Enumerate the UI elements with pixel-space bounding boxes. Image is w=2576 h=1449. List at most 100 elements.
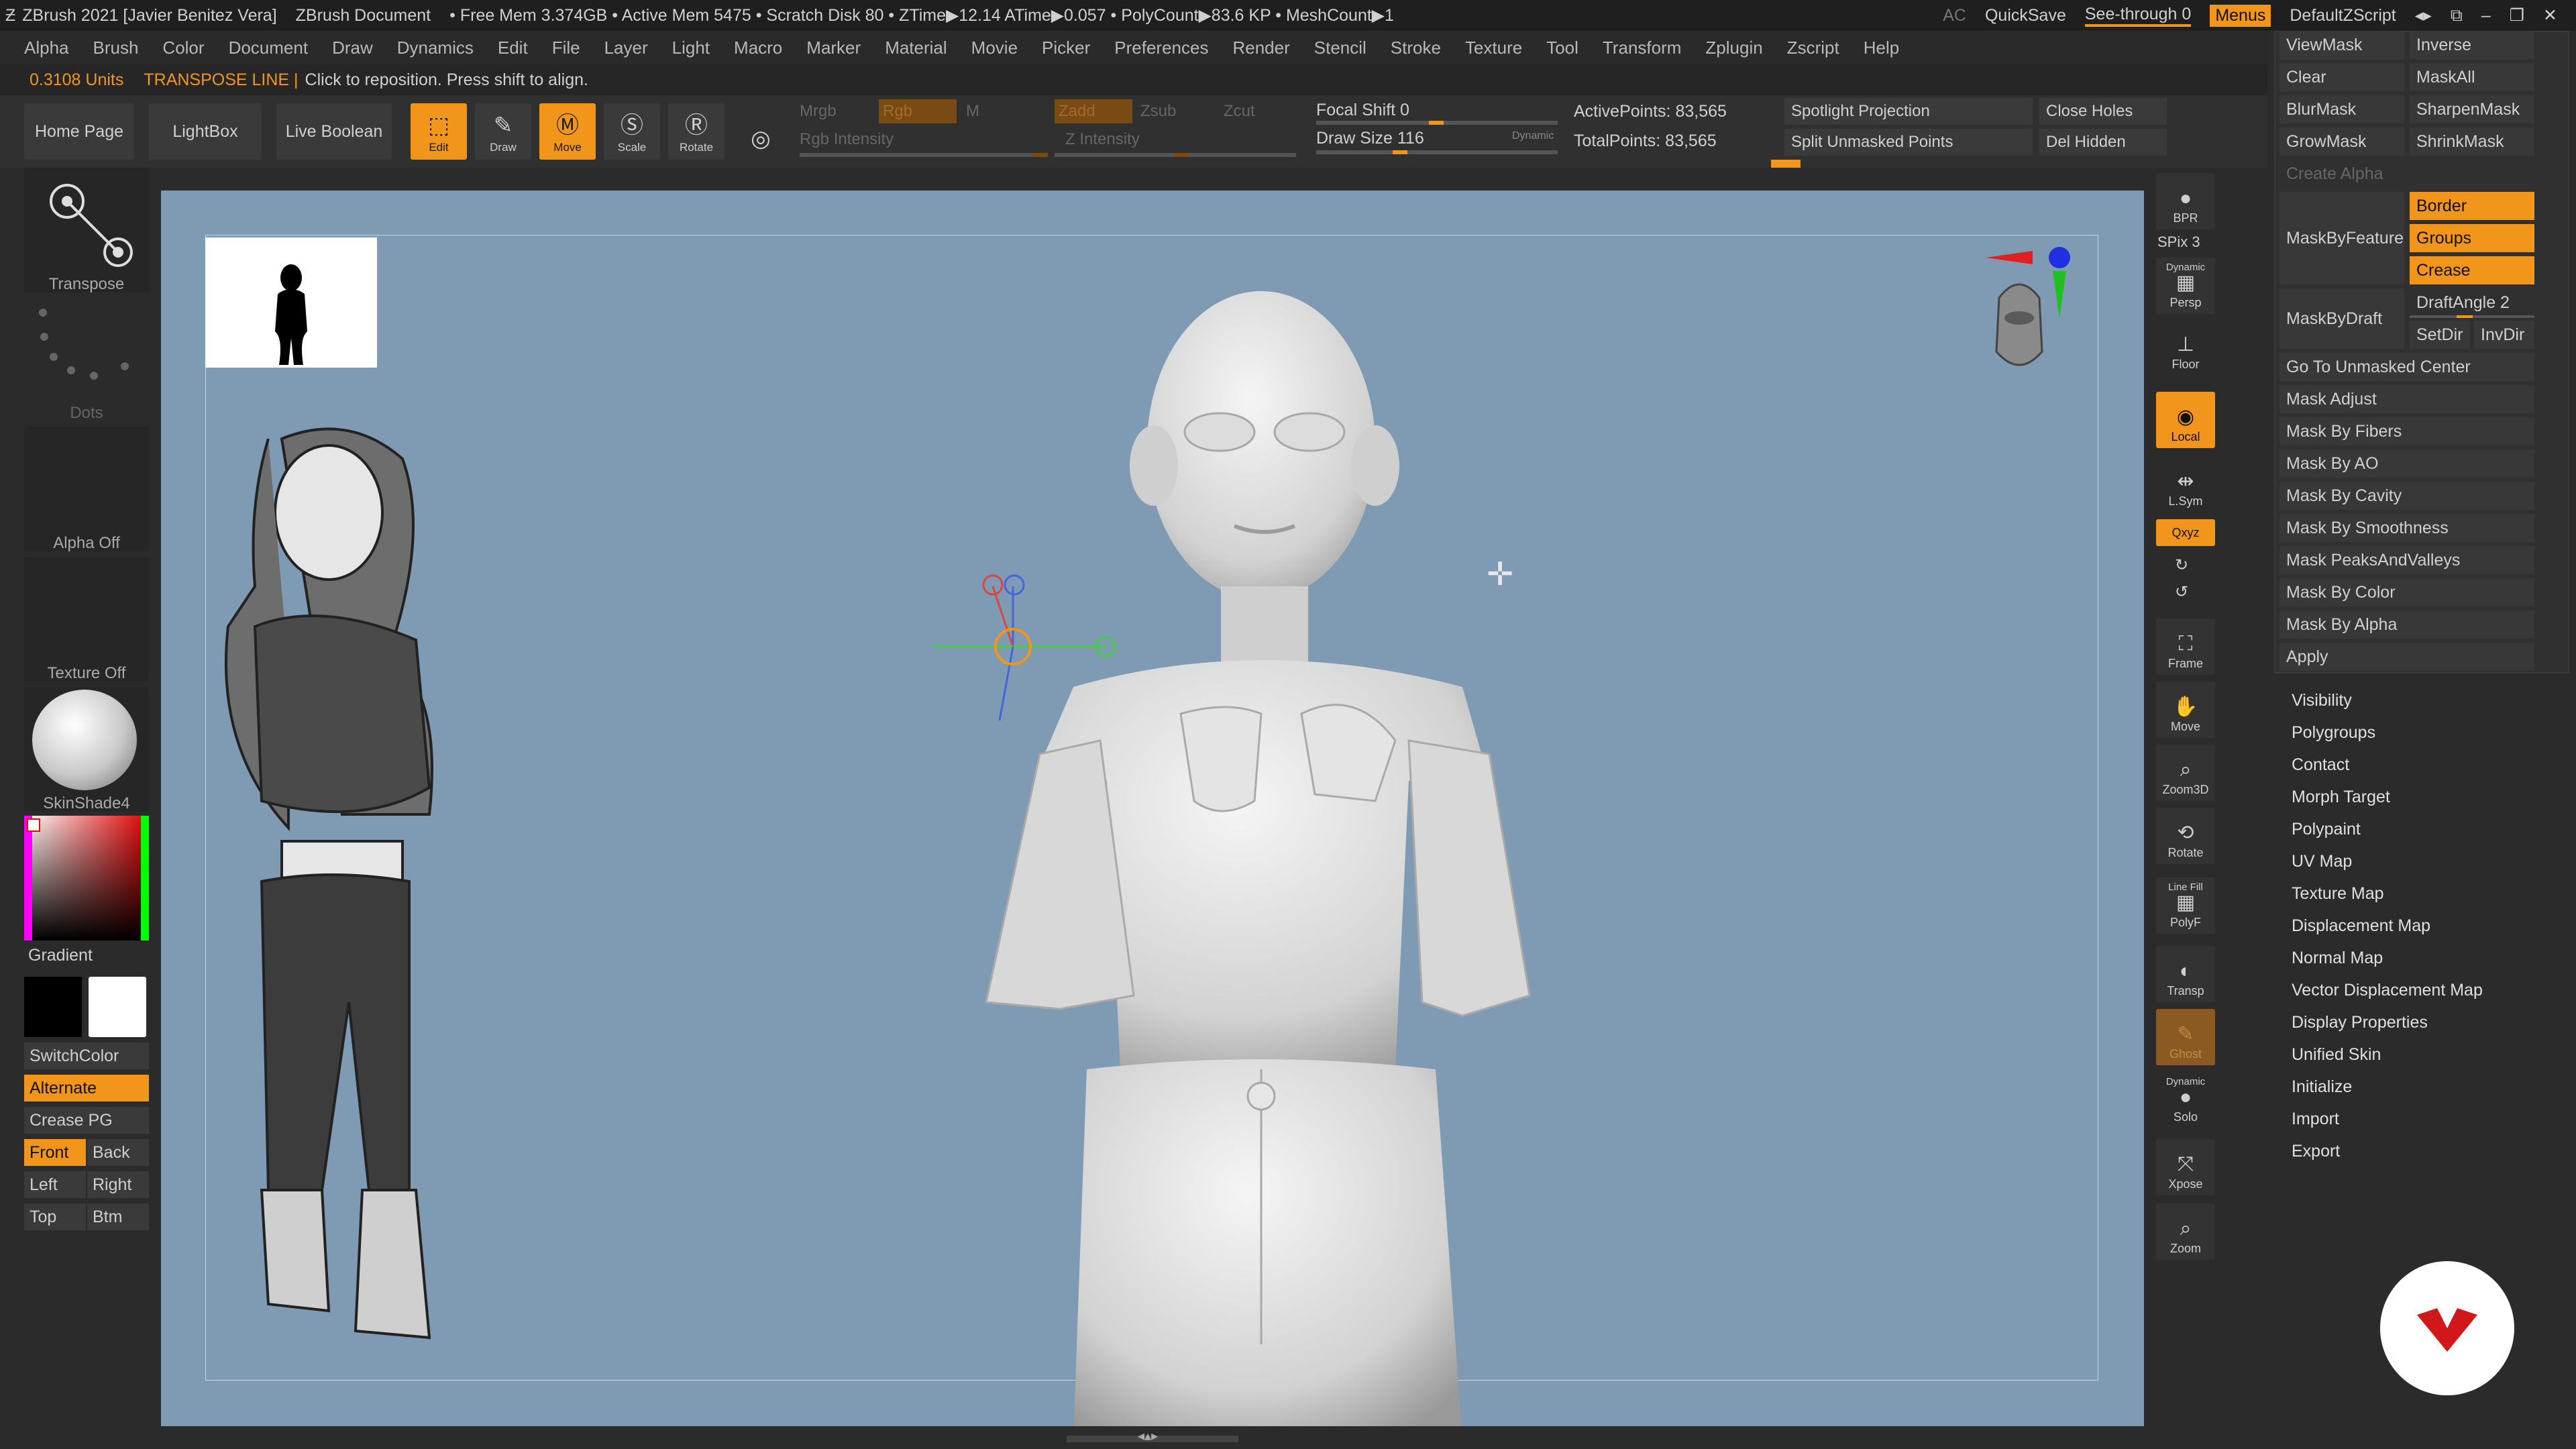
move-button[interactable]: Ⓜ Move [539, 103, 596, 160]
window-layout-icon[interactable]: ⧉ [2451, 6, 2463, 25]
growmask-button[interactable]: GrowMask [2279, 127, 2404, 156]
menu-macro[interactable]: Macro [734, 38, 782, 58]
main-color-swatch[interactable] [24, 977, 82, 1037]
subpalette-polygroups[interactable]: Polygroups [2292, 723, 2375, 743]
viewmask-button[interactable]: ViewMask [2279, 31, 2404, 59]
zcut-toggle[interactable]: Zcut [1224, 102, 1255, 121]
menu-alpha[interactable]: Alpha [24, 38, 69, 58]
lsym-button[interactable]: ⇹ L.Sym [2156, 456, 2215, 513]
edit-button[interactable]: ⬚ Edit [411, 103, 467, 160]
subpalette-uv-map[interactable]: UV Map [2292, 852, 2352, 871]
rgb-intensity-slider[interactable]: Rgb Intensity [800, 130, 894, 149]
dynamic-toggle[interactable]: Dynamic [1512, 130, 1554, 142]
subpalette-import[interactable]: Import [2292, 1110, 2339, 1129]
menu-draw[interactable]: Draw [332, 38, 373, 58]
sharpenmask-button[interactable]: SharpenMask [2410, 95, 2534, 123]
subpalette-display-properties[interactable]: Display Properties [2292, 1013, 2428, 1032]
menu-dynamics[interactable]: Dynamics [397, 38, 474, 58]
minimize-icon[interactable]: – [2481, 6, 2491, 25]
restore-icon[interactable]: ❐ [2510, 5, 2524, 25]
menus-toggle[interactable]: Menus [2210, 4, 2271, 27]
chevron-up-down-icon[interactable]: ◂▴▸ [1138, 1428, 1158, 1444]
color-picker[interactable] [24, 816, 149, 941]
mask-by-color-item[interactable]: Mask By Color [2279, 578, 2534, 606]
focal-shift-slider[interactable]: Focal Shift 0 [1316, 101, 1409, 120]
document-canvas[interactable]: ✛ [161, 191, 2144, 1426]
move-view-button[interactable]: ✋ Move [2156, 682, 2215, 738]
invdir-button[interactable]: InvDir [2474, 321, 2534, 349]
default-zscript[interactable]: DefaultZScript [2290, 6, 2396, 25]
z-intensity-track[interactable] [1055, 153, 1296, 157]
draftangle-track[interactable] [2410, 315, 2534, 318]
back-view-button[interactable]: Back [87, 1139, 149, 1166]
layout-arrows-icon[interactable]: ◂▸ [2415, 5, 2432, 25]
border-toggle[interactable]: Border [2410, 192, 2534, 220]
subpalette-contact[interactable]: Contact [2292, 755, 2349, 775]
rotate-button[interactable]: Ⓡ Rotate [668, 103, 724, 160]
menu-marker[interactable]: Marker [806, 38, 861, 58]
rgb-toggle[interactable]: Rgb [879, 99, 957, 123]
menu-zplugin[interactable]: Zplugin [1705, 38, 1762, 58]
frame-button[interactable]: ⛶ Frame [2156, 619, 2215, 675]
bottom-view-button[interactable]: Btm [87, 1203, 149, 1230]
rotate-z-icon[interactable]: ↺ [2175, 582, 2188, 602]
rotate-view-button[interactable]: ⟲ Rotate [2156, 808, 2215, 864]
bpr-button[interactable]: ● BPR [2156, 173, 2215, 229]
zsub-toggle[interactable]: Zsub [1140, 102, 1176, 121]
close-icon[interactable]: ✕ [2543, 5, 2557, 25]
shrinkmask-button[interactable]: ShrinkMask [2410, 127, 2534, 156]
blurmask-button[interactable]: BlurMask [2279, 95, 2404, 123]
rgb-intensity-track[interactable] [800, 153, 1048, 157]
maskall-button[interactable]: MaskAll [2410, 63, 2534, 91]
menu-color[interactable]: Color [162, 38, 204, 58]
mrgb-toggle[interactable]: Mrgb [800, 102, 837, 121]
zoom3d-button[interactable]: ⌕ Zoom3D [2156, 745, 2215, 801]
live-boolean-button[interactable]: Live Boolean [276, 103, 392, 160]
transpose-brush-slot[interactable]: Transpose [24, 168, 149, 293]
xpose-button[interactable]: ⤧ Xpose [2156, 1139, 2215, 1195]
home-page-button[interactable]: Home Page [24, 103, 134, 160]
mask-peaks-valleys-item[interactable]: Mask PeaksAndValleys [2279, 546, 2534, 574]
create-alpha-button[interactable]: Create Alpha [2279, 160, 2534, 188]
subpalette-initialize[interactable]: Initialize [2292, 1077, 2352, 1097]
menu-stencil[interactable]: Stencil [1314, 38, 1366, 58]
subpalette-export[interactable]: Export [2292, 1142, 2340, 1161]
maskbydraft-button[interactable]: MaskByDraft [2279, 288, 2404, 349]
menu-texture[interactable]: Texture [1465, 38, 1522, 58]
menu-light[interactable]: Light [672, 38, 710, 58]
focal-shift-track[interactable] [1316, 121, 1558, 125]
floor-button[interactable]: ⊥ Floor [2156, 319, 2215, 376]
menu-edit[interactable]: Edit [498, 38, 528, 58]
menu-tool[interactable]: Tool [1546, 38, 1578, 58]
maskbyfeature-button[interactable]: MaskByFeature [2279, 192, 2404, 284]
spix-slider[interactable]: SPix 3 [2157, 233, 2200, 251]
subpalette-displacement-map[interactable]: Displacement Map [2292, 916, 2430, 936]
solo-button[interactable]: Dynamic ● Solo [2156, 1072, 2215, 1128]
clear-mask-button[interactable]: Clear [2279, 63, 2404, 91]
draw-size-knob[interactable] [1393, 150, 1407, 154]
polyf-button[interactable]: Line Fill ▦ PolyF [2156, 877, 2215, 934]
z-intensity-slider[interactable]: Z Intensity [1065, 130, 1140, 149]
focal-shift-knob[interactable] [1429, 121, 1444, 125]
persp-button[interactable]: Dynamic ▦ Persp [2156, 258, 2215, 314]
zadd-toggle[interactable]: Zadd [1055, 99, 1132, 123]
menu-movie[interactable]: Movie [971, 38, 1018, 58]
local-button[interactable]: ◉ Local [2156, 392, 2215, 448]
top-view-button[interactable]: Top [24, 1203, 86, 1230]
draw-size-track[interactable] [1316, 150, 1558, 154]
orientation-head-widget[interactable] [1959, 231, 2093, 405]
rgb-intensity-knob[interactable] [1033, 153, 1048, 157]
mask-by-fibers-item[interactable]: Mask By Fibers [2279, 417, 2534, 445]
menu-layer[interactable]: Layer [604, 38, 648, 58]
right-view-button[interactable]: Right [87, 1171, 149, 1198]
transp-button[interactable]: ◐ Transp [2156, 946, 2215, 1002]
menu-transform[interactable]: Transform [1603, 38, 1682, 58]
draftangle-slider[interactable]: DraftAngle 2 [2410, 288, 2534, 317]
menu-document[interactable]: Document [229, 38, 309, 58]
menu-file[interactable]: File [552, 38, 580, 58]
scale-button[interactable]: Ⓢ Scale [604, 103, 660, 160]
menu-picker[interactable]: Picker [1042, 38, 1090, 58]
xyz-button[interactable]: Qxyz [2156, 519, 2215, 546]
alpha-slot[interactable]: Alpha Off [24, 427, 149, 552]
menu-render[interactable]: Render [1232, 38, 1289, 58]
